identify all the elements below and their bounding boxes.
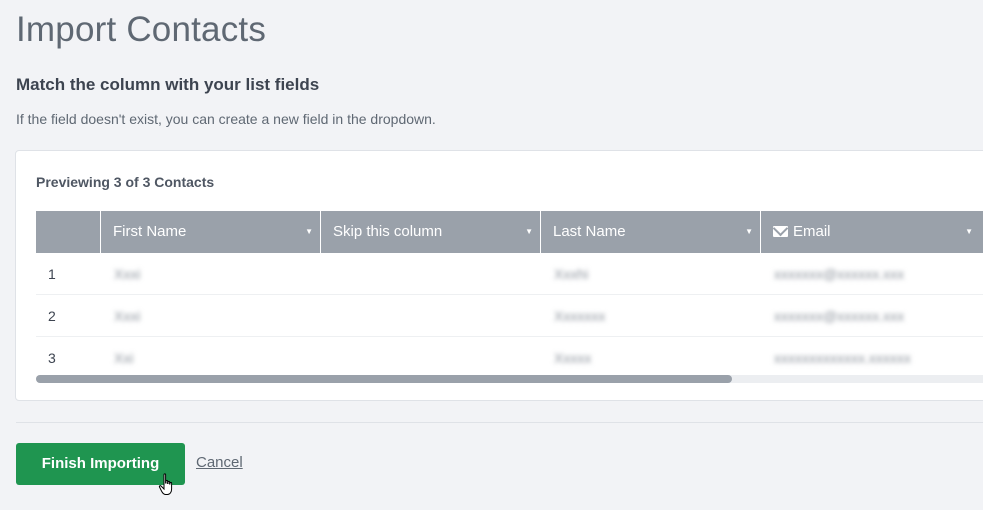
caret-down-icon: ▼	[305, 227, 313, 236]
cancel-link[interactable]: Cancel	[196, 454, 243, 471]
section-heading: Match the column with your list fields	[16, 75, 320, 94]
cell-last-name: Xxxhi	[540, 266, 760, 282]
index-column-header	[36, 211, 100, 253]
cell-last-name: Xxxxxxx	[540, 308, 760, 324]
cell-first-name: Xxi	[100, 350, 320, 366]
hand-pointer-icon	[158, 473, 173, 495]
cell-first-name: Xxxi	[100, 308, 320, 324]
envelope-icon	[773, 226, 788, 237]
preview-table: First Name ▼ Skip this column ▼ Last Nam…	[36, 211, 983, 379]
cell-email: xxxxxxx@xxxxxx.xxx	[760, 266, 980, 282]
import-contacts-page: Import Contacts Match the column with yo…	[0, 0, 983, 510]
row-index: 1	[48, 265, 56, 282]
redacted-value: Xxxhi	[554, 265, 589, 282]
helper-text: If the field doesn't exist, you can crea…	[16, 111, 436, 127]
table-row: 3 Xxi Xxxxx xxxxxxxxxxxxx.xxxxxx	[36, 337, 983, 379]
preview-card: Previewing 3 of 3 Contacts First Name ▼ …	[15, 150, 983, 401]
caret-down-icon: ▼	[745, 227, 753, 236]
redacted-value: xxxxxxx@xxxxxx.xxx	[774, 307, 905, 324]
cell-first-name: Xxxi	[100, 266, 320, 282]
column-label: First Name	[113, 223, 187, 240]
redacted-value: xxxxxxxxxxxxx.xxxxxx	[774, 349, 911, 366]
cell-email: xxxxxxx@xxxxxx.xxx	[760, 308, 980, 324]
table-row: 1 Xxxi Xxxhi xxxxxxx@xxxxxx.xxx	[36, 253, 983, 295]
row-index: 2	[48, 307, 56, 324]
redacted-value: xxxxxxx@xxxxxx.xxx	[774, 265, 905, 282]
cell-email: xxxxxxxxxxxxx.xxxxxx	[760, 350, 980, 366]
column-select-first-name[interactable]: First Name ▼	[100, 211, 320, 253]
caret-down-icon: ▼	[525, 227, 533, 236]
redacted-value: Xxxxxxx	[554, 307, 606, 324]
scrollbar-thumb[interactable]	[36, 375, 732, 383]
column-label: Skip this column	[333, 223, 443, 240]
column-select-email[interactable]: Email ▼	[760, 211, 980, 253]
cell-last-name: Xxxxx	[540, 350, 760, 366]
column-select-skip[interactable]: Skip this column ▼	[320, 211, 540, 253]
row-index: 3	[48, 349, 56, 366]
redacted-value: Xxxi	[114, 307, 141, 324]
column-select-last-name[interactable]: Last Name ▼	[540, 211, 760, 253]
caret-down-icon: ▼	[965, 227, 973, 236]
horizontal-scrollbar[interactable]	[36, 375, 983, 383]
table-row: 2 Xxxi Xxxxxxx xxxxxxx@xxxxxx.xxx	[36, 295, 983, 337]
page-title: Import Contacts	[16, 10, 267, 49]
column-label: Email	[793, 223, 831, 240]
column-label: Last Name	[553, 223, 626, 240]
redacted-value: Xxi	[114, 349, 134, 366]
divider	[16, 422, 983, 423]
redacted-value: Xxxxx	[554, 349, 592, 366]
redacted-value: Xxxi	[114, 265, 141, 282]
preview-count-label: Previewing 3 of 3 Contacts	[36, 174, 215, 190]
table-header: First Name ▼ Skip this column ▼ Last Nam…	[36, 211, 983, 253]
